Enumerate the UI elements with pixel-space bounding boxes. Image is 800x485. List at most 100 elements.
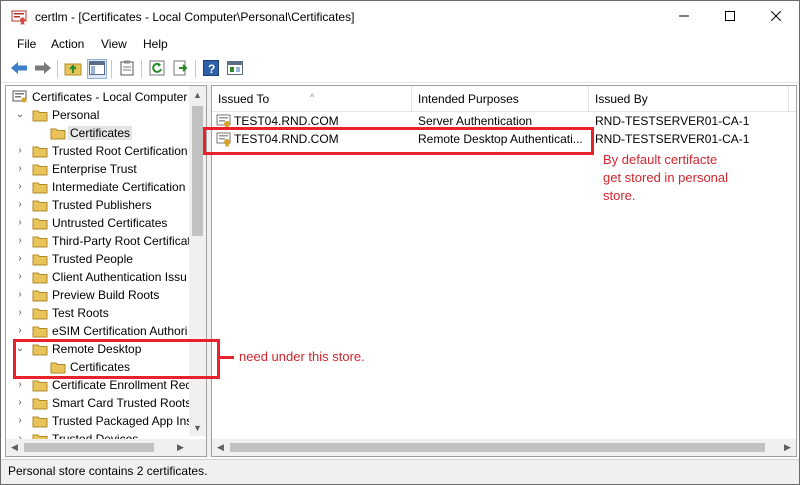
expand-chevron-icon[interactable]: › bbox=[14, 414, 26, 428]
tree-item[interactable]: ⌄ Personal bbox=[6, 106, 196, 124]
column-issued-by[interactable]: Issued By bbox=[589, 86, 789, 112]
scrollbar-thumb[interactable] bbox=[24, 443, 154, 452]
collapse-chevron-icon[interactable]: ⌄ bbox=[14, 108, 26, 122]
tree-item[interactable]: Certificates bbox=[6, 124, 196, 142]
expand-chevron-icon[interactable]: › bbox=[14, 216, 26, 230]
help-button[interactable]: ? bbox=[201, 59, 221, 79]
tree-item-label: Client Authentication Issu bbox=[52, 270, 187, 284]
annotation-connector bbox=[220, 356, 234, 359]
menu-view[interactable]: View bbox=[101, 37, 127, 51]
expand-chevron-icon[interactable]: › bbox=[14, 180, 26, 194]
tree-item-label: Enterprise Trust bbox=[52, 162, 137, 176]
scroll-up-arrow-icon[interactable]: ▲ bbox=[189, 86, 206, 103]
certificate-manager-icon bbox=[11, 9, 27, 25]
list-horizontal-scrollbar[interactable]: ◀ ▶ bbox=[212, 439, 796, 456]
scroll-down-arrow-icon[interactable]: ▼ bbox=[189, 419, 206, 436]
scroll-right-arrow-icon[interactable]: ▶ bbox=[779, 439, 796, 456]
tree-item[interactable]: › Trusted Packaged App Ins bbox=[6, 412, 196, 430]
tree-item[interactable]: › Trusted Publishers bbox=[6, 196, 196, 214]
tree-item[interactable]: › Preview Build Roots bbox=[6, 286, 196, 304]
expand-chevron-icon[interactable]: › bbox=[14, 378, 26, 392]
up-one-level-button[interactable] bbox=[63, 59, 83, 79]
tree-item-label: Trusted Root Certification bbox=[52, 144, 188, 158]
annotation-note-remote: need under this store. bbox=[239, 349, 365, 364]
tree-item[interactable]: › eSIM Certification Authori bbox=[6, 322, 196, 340]
console-tree[interactable]: Certificates - Local Computer ⌄ Personal C… bbox=[5, 85, 207, 457]
tree-item-label: Certificate Enrollment Rec bbox=[52, 378, 192, 392]
export-list-icon bbox=[173, 60, 189, 79]
expand-chevron-icon[interactable]: › bbox=[14, 144, 26, 158]
minimize-button[interactable] bbox=[661, 1, 707, 33]
folder-icon bbox=[32, 144, 48, 158]
expand-chevron-icon[interactable]: › bbox=[14, 198, 26, 212]
expand-chevron-icon[interactable]: › bbox=[14, 252, 26, 266]
tree-item[interactable]: › Intermediate Certification bbox=[6, 178, 196, 196]
scroll-right-arrow-icon[interactable]: ▶ bbox=[172, 439, 189, 456]
folder-icon bbox=[32, 216, 48, 230]
list-header: Issued To ^ Intended Purposes Issued By … bbox=[212, 86, 796, 112]
title-bar: certlm - [Certificates - Local Computer\… bbox=[1, 1, 799, 33]
tree-item[interactable]: › Trusted People bbox=[6, 250, 196, 268]
expand-chevron-icon[interactable]: › bbox=[14, 162, 26, 176]
tree-item-label: Trusted People bbox=[52, 252, 133, 266]
tree-item[interactable]: › Third-Party Root Certificat bbox=[6, 232, 196, 250]
export-list-button[interactable] bbox=[171, 59, 191, 79]
column-intended-purposes[interactable]: Intended Purposes bbox=[412, 86, 589, 112]
refresh-button[interactable] bbox=[147, 59, 167, 79]
svg-text:?: ? bbox=[208, 62, 215, 76]
folder-icon bbox=[32, 324, 48, 338]
column-issued-to[interactable]: Issued To ^ bbox=[212, 86, 412, 112]
tree-item-label: Intermediate Certification bbox=[52, 180, 186, 194]
tree-item-label: Preview Build Roots bbox=[52, 288, 160, 302]
folder-icon bbox=[32, 306, 48, 320]
help-icon: ? bbox=[203, 59, 219, 79]
expand-chevron-icon[interactable]: › bbox=[14, 396, 26, 410]
folder-icon bbox=[32, 162, 48, 176]
folder-icon bbox=[32, 270, 48, 284]
menu-help[interactable]: Help bbox=[143, 37, 168, 51]
properties-icon bbox=[227, 60, 243, 79]
show-hide-tree-icon bbox=[89, 60, 105, 78]
copy-button[interactable] bbox=[117, 59, 137, 79]
toolbar: ? bbox=[1, 55, 799, 83]
forward-button[interactable] bbox=[33, 59, 53, 79]
scrollbar-thumb[interactable] bbox=[192, 106, 203, 236]
tree-item[interactable]: › Smart Card Trusted Roots bbox=[6, 394, 196, 412]
folder-icon bbox=[32, 108, 48, 122]
properties-button[interactable] bbox=[225, 59, 245, 79]
scroll-left-arrow-icon[interactable]: ◀ bbox=[6, 439, 23, 456]
cell-issued-by: RND-TESTSERVER01-CA-1 bbox=[595, 114, 750, 128]
window-title: certlm - [Certificates - Local Computer\… bbox=[35, 10, 355, 24]
tree-horizontal-scrollbar[interactable]: ◀ ▶ bbox=[6, 439, 189, 456]
show-hide-console-tree-button[interactable] bbox=[87, 59, 107, 79]
forward-arrow-icon bbox=[34, 61, 52, 78]
column-expiration[interactable]: E bbox=[789, 86, 796, 112]
refresh-icon bbox=[149, 60, 165, 79]
close-button[interactable] bbox=[753, 1, 799, 33]
menu-action[interactable]: Action bbox=[51, 37, 84, 51]
folder-icon bbox=[32, 378, 48, 392]
close-icon bbox=[770, 10, 782, 24]
tree-item[interactable]: › Trusted Root Certification bbox=[6, 142, 196, 160]
tree-root-label: Certificates - Local Computer bbox=[32, 90, 188, 104]
tree-item[interactable]: › Client Authentication Issu bbox=[6, 268, 196, 286]
tree-item[interactable]: › Untrusted Certificates bbox=[6, 214, 196, 232]
scroll-left-arrow-icon[interactable]: ◀ bbox=[212, 439, 229, 456]
tree-item[interactable]: › Test Roots bbox=[6, 304, 196, 322]
menu-file[interactable]: File bbox=[17, 37, 36, 51]
folder-icon bbox=[32, 198, 48, 212]
back-button[interactable] bbox=[9, 59, 29, 79]
tree-root[interactable]: Certificates - Local Computer bbox=[6, 88, 196, 106]
maximize-button[interactable] bbox=[707, 1, 753, 33]
tree-item-label: Certificates bbox=[68, 126, 133, 140]
clipboard-icon bbox=[120, 60, 134, 79]
expand-chevron-icon[interactable]: › bbox=[14, 324, 26, 338]
expand-chevron-icon[interactable]: › bbox=[14, 288, 26, 302]
tree-item[interactable]: › Enterprise Trust bbox=[6, 160, 196, 178]
expand-chevron-icon[interactable]: › bbox=[14, 306, 26, 320]
expand-chevron-icon[interactable]: › bbox=[14, 270, 26, 284]
tree-item-label: Trusted Publishers bbox=[52, 198, 152, 212]
expand-chevron-icon[interactable]: › bbox=[14, 234, 26, 248]
scrollbar-thumb[interactable] bbox=[230, 443, 765, 452]
tree-item-label: Trusted Packaged App Ins bbox=[52, 414, 193, 428]
